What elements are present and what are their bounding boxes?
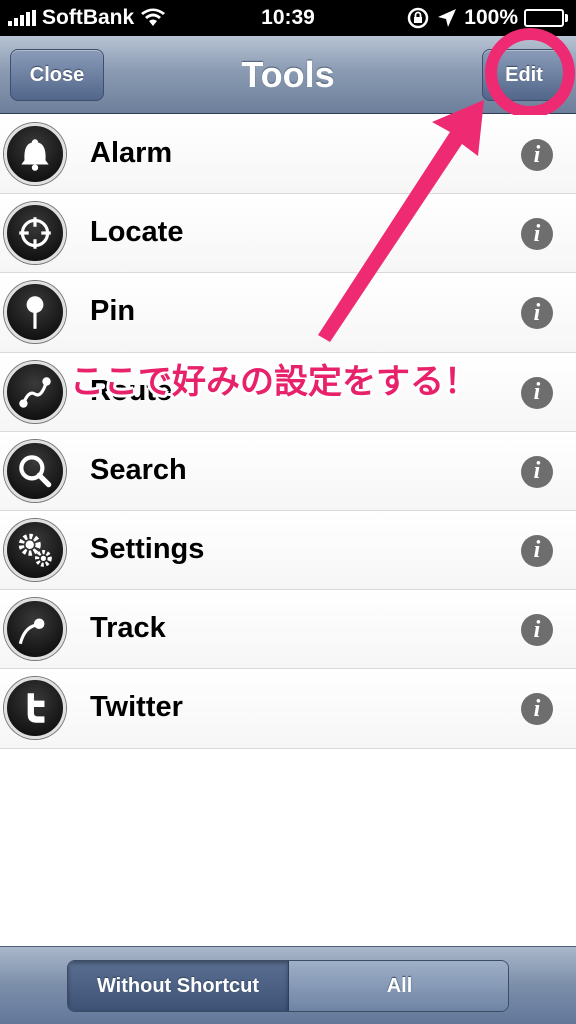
- magnifier-icon: [4, 439, 66, 502]
- track-icon: [4, 598, 66, 661]
- rotation-lock-icon: [408, 7, 429, 29]
- list-item[interactable]: Alarm i: [0, 115, 576, 195]
- bottom-toolbar: Without Shortcut All: [0, 946, 576, 1024]
- tool-label: Locate: [90, 216, 184, 249]
- carrier-name: SoftBank: [42, 6, 135, 29]
- list-item[interactable]: Twitter i: [0, 669, 576, 749]
- info-icon[interactable]: i: [521, 534, 553, 567]
- bell-icon: [4, 123, 66, 185]
- info-icon[interactable]: i: [521, 218, 553, 251]
- segment-without-shortcut[interactable]: Without Shortcut: [68, 961, 289, 1011]
- list-item[interactable]: Search i: [0, 431, 576, 511]
- route-icon: [4, 360, 66, 423]
- info-icon[interactable]: i: [521, 139, 553, 171]
- list-item[interactable]: Pin i: [0, 273, 576, 353]
- highlight-circle-annotation: [485, 28, 575, 118]
- tool-label: Search: [90, 453, 187, 486]
- annotation-text: ここで好みの設定をする！: [70, 363, 478, 401]
- tool-label: Alarm: [90, 137, 173, 169]
- tool-list: Alarm i Locate i Pin i Route i Search i …: [0, 115, 576, 749]
- info-icon[interactable]: i: [521, 614, 553, 647]
- status-bar: SoftBank 10:39 100%: [0, 0, 576, 36]
- info-icon[interactable]: i: [521, 297, 553, 330]
- segmented-control: Without Shortcut All: [67, 960, 509, 1012]
- tool-label: Twitter: [90, 691, 183, 724]
- battery-icon: [524, 9, 568, 27]
- info-icon[interactable]: i: [521, 376, 553, 409]
- list-item[interactable]: Locate i: [0, 194, 576, 274]
- wifi-icon: [141, 8, 166, 26]
- crosshair-icon: [4, 202, 66, 265]
- info-icon[interactable]: i: [521, 455, 553, 488]
- battery-percent: 100%: [464, 6, 518, 29]
- tool-label: Settings: [90, 532, 205, 565]
- info-icon[interactable]: i: [521, 693, 553, 726]
- location-arrow-icon: [438, 9, 457, 27]
- list-item[interactable]: Settings i: [0, 510, 576, 591]
- list-item[interactable]: Track i: [0, 590, 576, 670]
- twitter-icon: [4, 677, 66, 740]
- tool-label: Pin: [90, 295, 136, 328]
- segment-all[interactable]: All: [289, 961, 508, 1011]
- pin-icon: [4, 281, 66, 344]
- tool-label: Track: [90, 612, 166, 645]
- gears-icon: [4, 518, 66, 581]
- signal-strength-icon: [8, 10, 36, 26]
